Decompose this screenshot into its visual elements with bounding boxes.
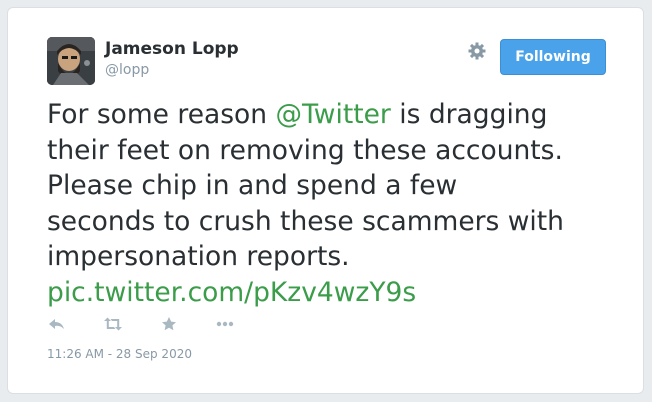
- like-icon[interactable]: [159, 316, 179, 332]
- tweet-text-segment: For some reason: [47, 99, 276, 130]
- tweet-text: For some reason @Twitter is dragging the…: [47, 97, 627, 310]
- media-link[interactable]: pic.twitter.com/pKzv4wzY9s: [47, 275, 627, 311]
- tweet-line: seconds to crush these scammers with: [47, 205, 564, 237]
- tweet-line: Please chip in and spend a few: [47, 170, 458, 201]
- tweet-text-segment: is dragging: [390, 99, 548, 130]
- following-button[interactable]: Following: [500, 39, 606, 75]
- avatar-image: [47, 37, 95, 85]
- reply-icon[interactable]: [47, 316, 67, 332]
- tweet-line: their feet on removing these accounts.: [47, 134, 563, 166]
- retweet-icon[interactable]: [103, 316, 123, 332]
- tweet-line: For some reason @Twitter is dragging: [47, 97, 627, 133]
- avatar[interactable]: [47, 37, 95, 85]
- author-handle[interactable]: @lopp: [105, 62, 149, 78]
- author-name[interactable]: Jameson Lopp: [105, 39, 239, 59]
- tweet-line: impersonation reports.: [47, 241, 350, 272]
- gear-icon[interactable]: [467, 41, 487, 61]
- more-icon[interactable]: [215, 316, 235, 332]
- tweet-timestamp[interactable]: 11:26 AM - 28 Sep 2020: [47, 347, 192, 361]
- tweet-card: Jameson Lopp @lopp Following For some re…: [7, 7, 644, 394]
- mention-link[interactable]: @Twitter: [276, 99, 391, 130]
